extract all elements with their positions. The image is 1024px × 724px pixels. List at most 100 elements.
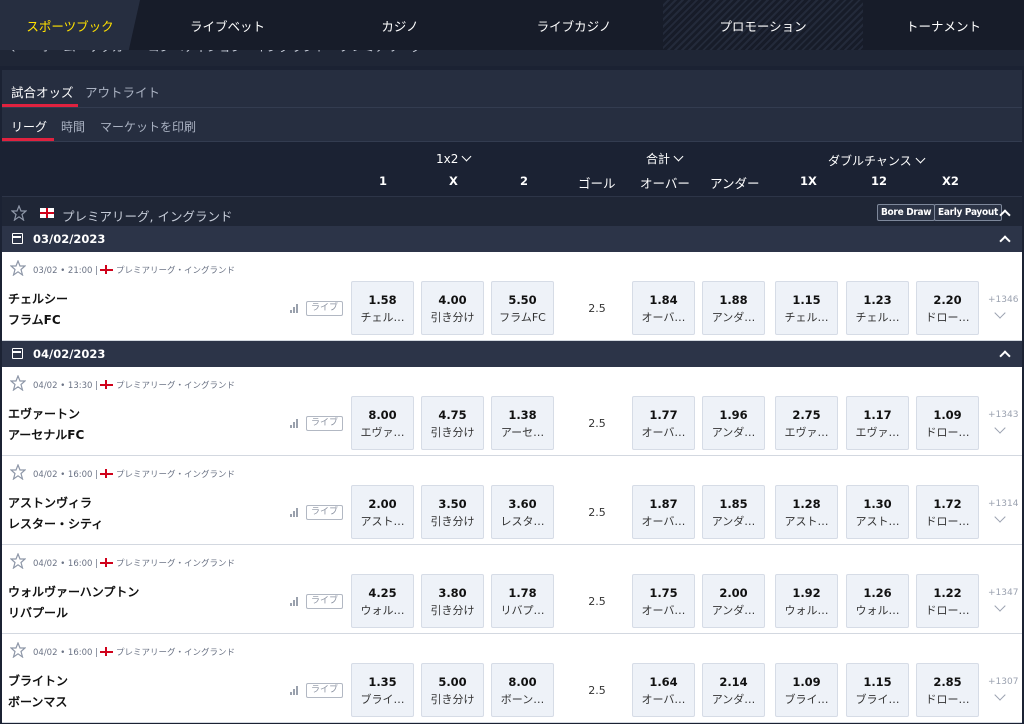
odds-button[interactable]: 1.26 ウォル… bbox=[846, 574, 909, 628]
odds-button[interactable]: 1.72 ドロー… bbox=[916, 485, 979, 539]
odds-button[interactable]: 2.00 アンダ… bbox=[702, 574, 765, 628]
group-total-header[interactable]: 合計 bbox=[646, 150, 684, 167]
odds-button[interactable]: 4.00 引き分け bbox=[421, 281, 484, 335]
stats-icon[interactable] bbox=[290, 686, 300, 695]
favorite-star-icon[interactable] bbox=[10, 260, 26, 276]
away-team[interactable]: リバプール bbox=[8, 604, 68, 621]
odds-button[interactable]: 2.00 アスト… bbox=[351, 485, 414, 539]
tab-match-odds[interactable]: 試合オッズ bbox=[11, 82, 74, 101]
odds-button[interactable]: 3.80 引き分け bbox=[421, 574, 484, 628]
odds-button[interactable]: 1.84 オーバ… bbox=[632, 281, 695, 335]
odds-button[interactable]: 1.35 ブライ… bbox=[351, 663, 414, 717]
odds-button[interactable]: 1.15 ブライ… bbox=[846, 663, 909, 717]
expand-chevron-icon[interactable] bbox=[994, 600, 1006, 612]
stats-icon[interactable] bbox=[290, 419, 300, 428]
odds-button[interactable]: 1.85 アンダ… bbox=[702, 485, 765, 539]
live-badge[interactable]: ライブ bbox=[306, 416, 343, 431]
odds-value: 1.85 bbox=[719, 497, 748, 511]
odds-button[interactable]: 1.87 オーバ… bbox=[632, 485, 695, 539]
stats-icon[interactable] bbox=[290, 597, 300, 606]
home-team[interactable]: チェルシー bbox=[8, 290, 68, 307]
odds-button[interactable]: 1.30 アスト… bbox=[846, 485, 909, 539]
odds-button[interactable]: 1.77 オーバ… bbox=[632, 396, 695, 450]
expand-chevron-icon[interactable] bbox=[994, 422, 1006, 434]
odds-button[interactable]: 5.50 フラムFC bbox=[491, 281, 554, 335]
odds-button[interactable]: 4.75 引き分け bbox=[421, 396, 484, 450]
live-badge[interactable]: ライブ bbox=[306, 301, 343, 316]
more-markets-count[interactable]: +1314 bbox=[988, 499, 1018, 509]
odds-label: チェル… bbox=[784, 311, 829, 324]
home-team[interactable]: ブライトン bbox=[8, 672, 68, 689]
more-markets-count[interactable]: +1343 bbox=[988, 410, 1018, 420]
odds-button[interactable]: 1.22 ドロー… bbox=[916, 574, 979, 628]
away-team[interactable]: ボーンマス bbox=[8, 693, 67, 710]
bore-draw-badge[interactable]: Bore Draw bbox=[877, 204, 936, 221]
live-badge[interactable]: ライブ bbox=[306, 683, 343, 698]
more-markets-count[interactable]: +1307 bbox=[988, 677, 1018, 687]
away-team[interactable]: アーセナルFC bbox=[8, 426, 84, 443]
odds-button[interactable]: 1.88 アンダ… bbox=[702, 281, 765, 335]
odds-button[interactable]: 1.09 ドロー… bbox=[916, 396, 979, 450]
odds-button[interactable]: 1.64 オーバ… bbox=[632, 663, 695, 717]
odds-button[interactable]: 3.50 引き分け bbox=[421, 485, 484, 539]
nav-tab-promotions[interactable]: プロモーション bbox=[663, 0, 863, 50]
home-team[interactable]: アストンヴィラ bbox=[8, 494, 92, 511]
odds-button[interactable]: 1.28 アスト… bbox=[775, 485, 838, 539]
odds-button[interactable]: 5.00 引き分け bbox=[421, 663, 484, 717]
nav-tab-live-bet[interactable]: ライブベット bbox=[140, 0, 315, 50]
odds-button[interactable]: 1.15 チェル… bbox=[775, 281, 838, 335]
favorite-star-icon[interactable] bbox=[10, 642, 26, 658]
group-double-chance-header[interactable]: ダブルチャンス bbox=[828, 152, 926, 169]
expand-chevron-icon[interactable] bbox=[994, 307, 1006, 319]
odds-button[interactable]: 1.92 ウォル… bbox=[775, 574, 838, 628]
live-badge[interactable]: ライブ bbox=[306, 505, 343, 520]
live-badge[interactable]: ライブ bbox=[306, 594, 343, 609]
nav-tab-casino[interactable]: カジノ bbox=[315, 0, 485, 50]
stats-icon[interactable] bbox=[290, 304, 300, 313]
favorite-star-icon[interactable] bbox=[11, 205, 27, 221]
home-team[interactable]: エヴァートン bbox=[8, 405, 80, 422]
odds-button[interactable]: 3.60 レスタ… bbox=[491, 485, 554, 539]
collapse-chevron-icon[interactable] bbox=[999, 235, 1011, 247]
away-team[interactable]: フラムFC bbox=[8, 311, 61, 328]
odds-label: オーバ… bbox=[641, 311, 686, 324]
favorite-star-icon[interactable] bbox=[10, 553, 26, 569]
home-team[interactable]: ウォルヴァーハンプトン bbox=[8, 583, 139, 600]
collapse-chevron-icon[interactable] bbox=[999, 350, 1011, 362]
print-markets-link[interactable]: マーケットを印刷 bbox=[100, 118, 196, 135]
nav-tab-tournaments[interactable]: トーナメント bbox=[863, 0, 1024, 50]
odds-button[interactable]: 2.14 アンダ… bbox=[702, 663, 765, 717]
odds-button[interactable]: 2.75 エヴァ… bbox=[775, 396, 838, 450]
odds-button[interactable]: 1.58 チェル… bbox=[351, 281, 414, 335]
expand-chevron-icon[interactable] bbox=[994, 689, 1006, 701]
odds-button[interactable]: 1.96 アンダ… bbox=[702, 396, 765, 450]
filter-league[interactable]: リーグ bbox=[11, 118, 47, 135]
odds-button[interactable]: 2.20 ドロー… bbox=[916, 281, 979, 335]
favorite-star-icon[interactable] bbox=[10, 464, 26, 480]
nav-tab-sportsbook[interactable]: スポーツブック bbox=[0, 0, 140, 50]
odds-button[interactable]: 2.85 ドロー… bbox=[916, 663, 979, 717]
odds-button[interactable]: 8.00 ボーン… bbox=[491, 663, 554, 717]
more-markets-count[interactable]: +1347 bbox=[988, 588, 1018, 598]
away-team[interactable]: レスター・シティ bbox=[8, 515, 103, 532]
odds-button[interactable]: 1.17 エヴァ… bbox=[846, 396, 909, 450]
early-payout-badge[interactable]: Early Payout bbox=[934, 204, 1002, 221]
odds-value: 1.23 bbox=[863, 293, 892, 307]
odds-button[interactable]: 1.38 アーセ… bbox=[491, 396, 554, 450]
odds-button[interactable]: 1.09 ブライ… bbox=[775, 663, 838, 717]
nav-tab-live-casino[interactable]: ライブカジノ bbox=[485, 0, 663, 50]
stats-icon[interactable] bbox=[290, 508, 300, 517]
odds-button[interactable]: 1.75 オーバ… bbox=[632, 574, 695, 628]
filter-time[interactable]: 時間 bbox=[61, 118, 85, 135]
tab-outright[interactable]: アウトライト bbox=[85, 82, 160, 101]
market-tabs: 試合オッズ アウトライト bbox=[2, 70, 1022, 108]
more-markets-count[interactable]: +1346 bbox=[988, 295, 1018, 305]
odds-button[interactable]: 1.78 リバプ… bbox=[491, 574, 554, 628]
expand-chevron-icon[interactable] bbox=[994, 511, 1006, 523]
odds-button[interactable]: 1.23 チェル… bbox=[846, 281, 909, 335]
odds-button[interactable]: 4.25 ウォル… bbox=[351, 574, 414, 628]
odds-label: 引き分け bbox=[430, 604, 475, 617]
favorite-star-icon[interactable] bbox=[10, 375, 26, 391]
group-1x2-header[interactable]: 1x2 bbox=[436, 151, 472, 166]
odds-button[interactable]: 8.00 エヴァ… bbox=[351, 396, 414, 450]
